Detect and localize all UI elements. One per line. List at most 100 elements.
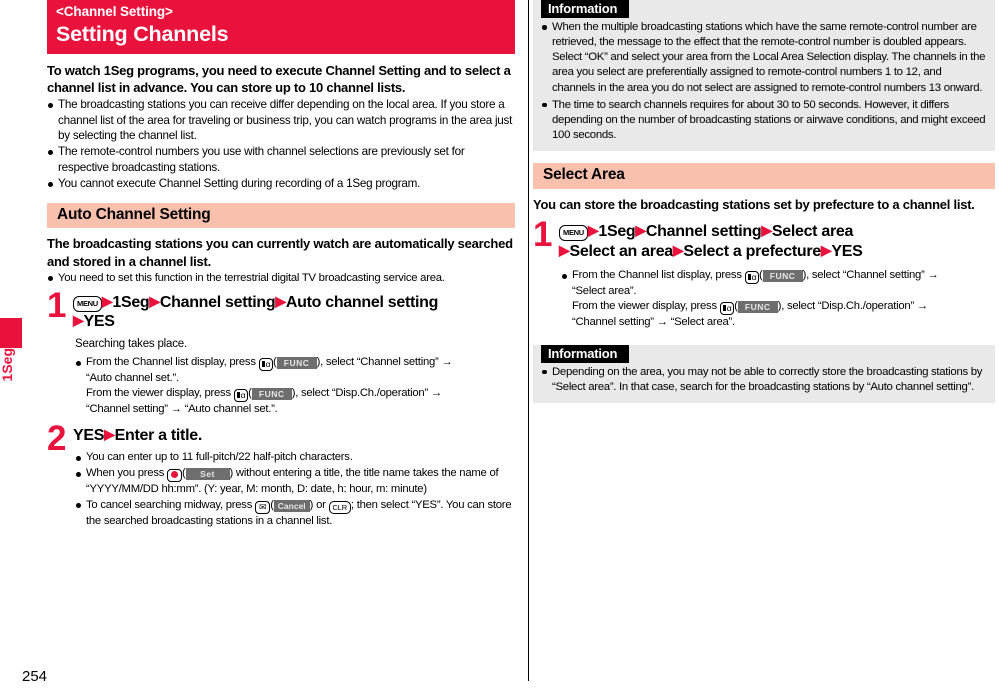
step-1: 1 MENU ▶1Seg▶Channel setting▶Auto channel… xyxy=(47,288,515,418)
arrow-icon: ▶ xyxy=(635,222,646,238)
step-bullet-list: From the Channel list display, press α(F… xyxy=(561,268,995,285)
softkey-label-set: Set xyxy=(185,468,230,481)
bullet-text: When you press xyxy=(86,467,168,480)
step-note-cont: “Select area”. xyxy=(572,285,637,298)
func-key-icon[interactable]: α xyxy=(744,271,760,285)
step-part: Select a prefecture xyxy=(683,242,821,260)
list-item: The time to search channels requires for… xyxy=(541,98,987,143)
list-item: When the multiple broadcasting stations … xyxy=(541,20,987,96)
step-part: Channel setting xyxy=(645,223,762,240)
list-item: The remote-control numbers you use with … xyxy=(47,144,515,175)
step-note: Searching takes place. xyxy=(75,337,187,350)
bullet-text: From the viewer display, press xyxy=(86,387,234,400)
left-column: <Channel Setting> Setting Channels To wa… xyxy=(47,0,515,529)
step-body: Searching takes place. From the Channel … xyxy=(73,337,515,418)
softkey-label-func: FUNC xyxy=(276,357,317,370)
intro-lead-text: To watch 1Seg programs, you need to exec… xyxy=(47,62,511,95)
step-part: YES xyxy=(73,426,105,444)
page-title-banner: <Channel Setting> Setting Channels xyxy=(47,0,515,54)
step-note-viewer: From the viewer display, press α(FUNC), … xyxy=(572,300,928,316)
arrow-icon: ▶ xyxy=(149,292,160,309)
arrow-icon: ▶ xyxy=(587,222,599,238)
func-key-icon[interactable]: α xyxy=(258,358,274,372)
section-edge-label: 1Seg xyxy=(0,348,15,382)
arrow-icon: ▶ xyxy=(761,222,772,238)
enter-key-icon[interactable] xyxy=(167,469,183,483)
step-heading: MENU ▶1Seg▶Channel setting▶Select area ▶S… xyxy=(559,222,995,261)
softkey-label-func: FUNC xyxy=(762,270,803,283)
information-bullet-list: Depending on the area, you may not be ab… xyxy=(541,365,987,395)
step-note-cont: “Auto channel set.”. xyxy=(86,372,179,385)
arrow-icon: ▶ xyxy=(559,241,570,258)
step-body: From the Channel list display, press α(F… xyxy=(559,268,995,331)
step-part: Auto channel setting xyxy=(285,293,439,311)
step-part: 1Seg xyxy=(112,293,150,311)
list-item: Depending on the area, you may not be ab… xyxy=(541,365,987,395)
mail-key-icon[interactable]: ✉ xyxy=(254,500,271,514)
column-divider xyxy=(528,0,529,681)
bullet-text: ), select “Disp.Ch./operation” → xyxy=(777,300,928,313)
step-number: 2 xyxy=(47,418,66,458)
arrow-icon: ▶ xyxy=(73,312,84,329)
list-item: When you press (Set) without entering a … xyxy=(75,466,515,497)
step-bullet-list: You can enter up to 11 full-pitch/22 hal… xyxy=(75,450,515,529)
menu-key-icon[interactable]: MENU xyxy=(559,225,588,241)
menu-key-icon[interactable]: MENU xyxy=(73,295,102,312)
bullet-text: From the Channel list display, press xyxy=(572,269,745,282)
page-number: 254 xyxy=(22,668,48,685)
page-title: Setting Channels xyxy=(56,21,229,46)
list-item: You cannot execute Channel Setting durin… xyxy=(47,176,515,191)
step-number: 1 xyxy=(533,215,552,254)
func-key-icon[interactable]: α xyxy=(719,302,735,316)
list-item: From the Channel list display, press α(F… xyxy=(75,355,515,372)
step-1: 1 MENU ▶1Seg▶Channel setting▶Select area … xyxy=(533,217,995,331)
arrow-icon: ▶ xyxy=(101,292,113,309)
arrow-icon: ▶ xyxy=(104,425,115,442)
step-bullet-list: From the Channel list display, press α(F… xyxy=(75,355,515,372)
arrow-icon: ▶ xyxy=(672,241,684,258)
softkey-label-func: FUNC xyxy=(737,301,778,314)
arrow-icon: ▶ xyxy=(820,241,832,258)
list-item: To cancel searching midway, press ✉(Canc… xyxy=(75,498,515,529)
step-heading: YES▶Enter a title. xyxy=(73,426,515,446)
bullet-text: ), select “Channel setting” → xyxy=(316,356,453,369)
bullet-text: From the Channel list display, press xyxy=(86,356,259,369)
right-column: Information When the multiple broadcasti… xyxy=(533,0,995,403)
step-part: Channel setting xyxy=(159,293,276,311)
section-header-auto-channel-setting: Auto Channel Setting xyxy=(47,202,515,229)
step-part: Select an area xyxy=(569,242,673,260)
bullet-text: ), select “Disp.Ch./operation” → xyxy=(291,387,442,400)
step-2: 2 YES▶Enter a title. You can enter up to… xyxy=(47,421,515,529)
bullet-text: ) or xyxy=(309,498,329,511)
page-subject: <Channel Setting> xyxy=(56,4,173,19)
step-heading: MENU ▶1Seg▶Channel setting▶Auto channel s… xyxy=(73,293,515,332)
information-title: Information xyxy=(541,344,630,363)
bullet-text: ), select “Channel setting” → xyxy=(802,269,939,282)
intro-bullet-list: The broadcasting stations you can receiv… xyxy=(47,97,515,192)
func-key-icon[interactable]: α xyxy=(233,389,249,403)
step-part: Select area xyxy=(771,223,854,240)
section-edge-marker xyxy=(0,318,22,348)
step-part: YES xyxy=(83,313,115,331)
information-box-top: Information When the multiple broadcasti… xyxy=(533,0,995,152)
bullet-text: From the viewer display, press xyxy=(572,300,720,313)
clr-key-icon[interactable]: CLR xyxy=(328,500,351,514)
step-part: Enter a title. xyxy=(114,426,203,444)
step-body: You can enter up to 11 full-pitch/22 hal… xyxy=(73,450,515,529)
step-note-viewer: From the viewer display, press α(FUNC), … xyxy=(86,387,442,403)
list-item: You need to set this function in the ter… xyxy=(47,271,515,286)
step-part: YES xyxy=(831,242,863,260)
bullet-text: To cancel searching midway, press xyxy=(86,498,255,511)
list-item: The broadcasting stations you can receiv… xyxy=(47,97,515,143)
section-header-select-area: Select Area xyxy=(533,163,995,189)
section-lead-text: The broadcasting stations you can curren… xyxy=(47,236,513,269)
section-lead-text: You can store the broadcasting stations … xyxy=(533,196,975,212)
information-title: Information xyxy=(541,0,630,18)
list-item: You can enter up to 11 full-pitch/22 hal… xyxy=(75,450,515,465)
step-part: 1Seg xyxy=(598,223,636,240)
softkey-label-cancel: Cancel xyxy=(273,499,310,512)
information-box-bottom: Information Depending on the area, you m… xyxy=(533,344,995,403)
step-number: 1 xyxy=(47,285,66,325)
information-bullet-list: When the multiple broadcasting stations … xyxy=(541,20,987,143)
list-item: From the Channel list display, press α(F… xyxy=(561,268,995,285)
